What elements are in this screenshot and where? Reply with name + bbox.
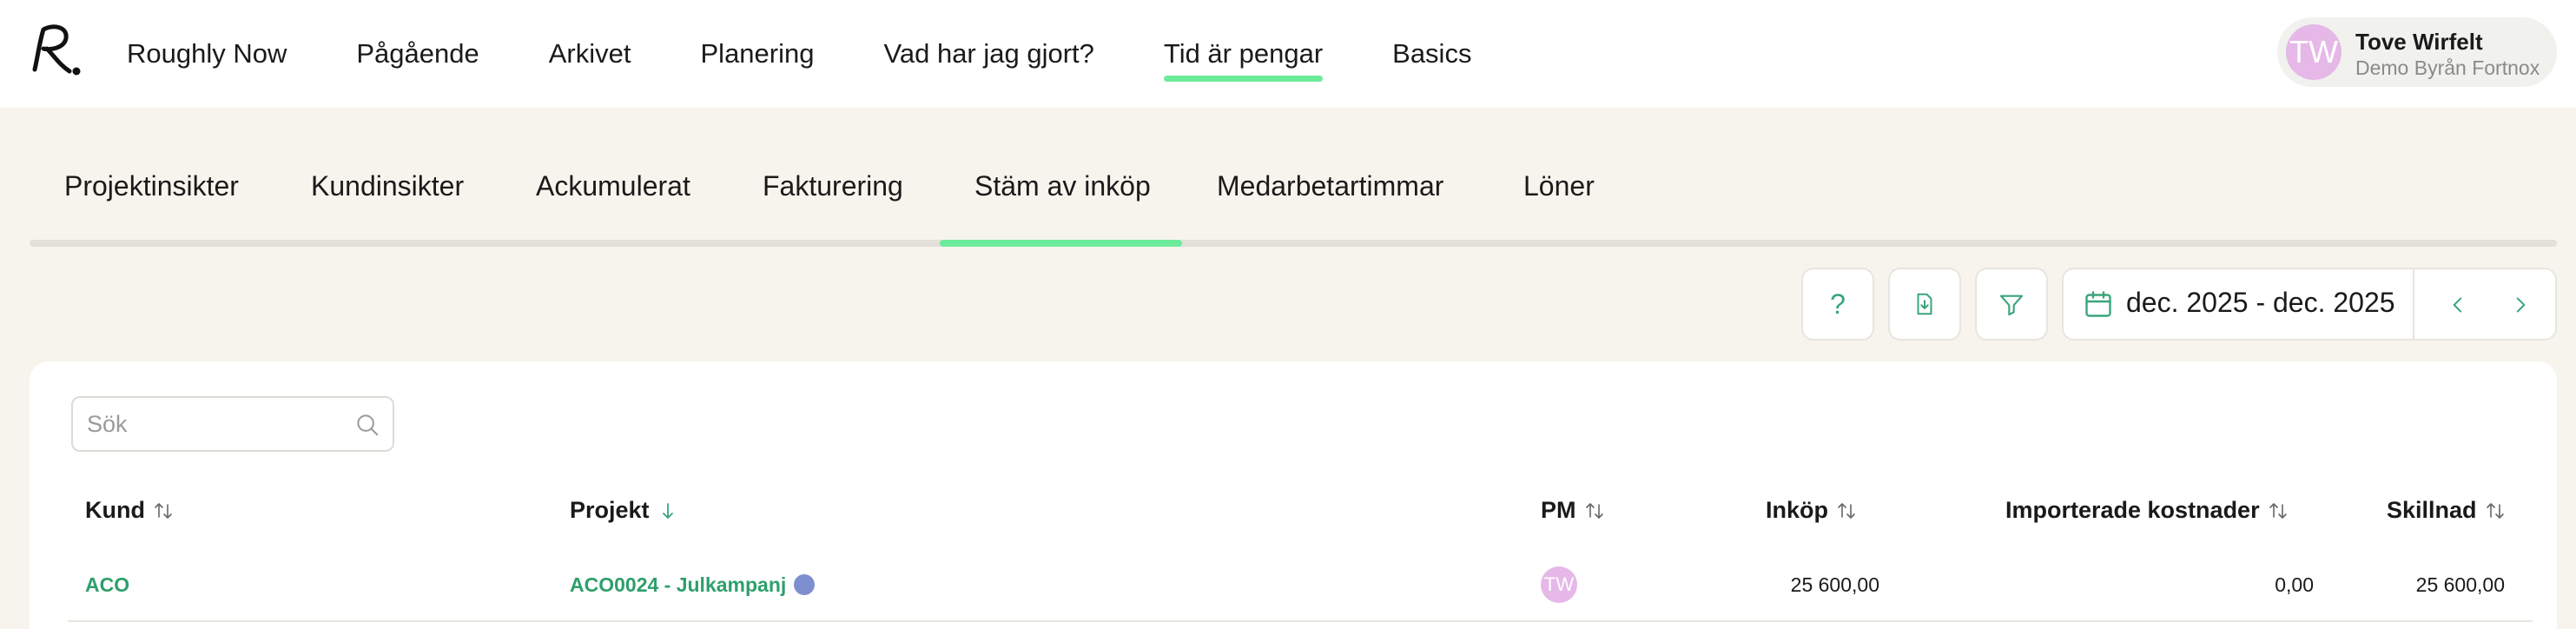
- tab-stam-av-inkop[interactable]: Stäm av inköp: [974, 170, 1151, 202]
- tabs-divider: [30, 240, 2557, 247]
- tab-projektinsikter[interactable]: Projektinsikter: [64, 170, 239, 202]
- pm-avatar: TW: [1541, 566, 1577, 603]
- cell-inkop: 25 600,00: [1790, 573, 1879, 596]
- column-header-inkop[interactable]: Inköp: [1766, 497, 1856, 524]
- cell-skillnad: 25 600,00: [2415, 573, 2505, 596]
- chevron-left-icon: [2453, 297, 2462, 313]
- user-organization: Demo Byrån Fortnox: [2355, 56, 2540, 79]
- help-button[interactable]: ?: [1801, 268, 1874, 341]
- sort-icon: [155, 502, 172, 519]
- search-icon: [357, 414, 379, 436]
- calendar-icon: [2085, 291, 2111, 317]
- nav-item-vad-har-jag-gjort[interactable]: Vad har jag gjort?: [883, 26, 1093, 82]
- column-header-projekt[interactable]: Projekt: [570, 497, 677, 524]
- purchases-card: Sök Kund Projekt PM Inköp Importerade ko…: [30, 361, 2557, 629]
- date-range-label: dec. 2025 - dec. 2025: [2126, 287, 2395, 318]
- sort-icon: [1838, 502, 1855, 519]
- filter-button[interactable]: [1975, 268, 2048, 341]
- project-status-dot: [794, 574, 815, 595]
- top-bar: Roughly Now Pågående Arkivet Planering V…: [0, 0, 2576, 108]
- column-header-label: PM: [1541, 497, 1576, 523]
- logo-mark-icon: [32, 24, 81, 76]
- active-tab-indicator: [940, 240, 1182, 247]
- column-header-pm[interactable]: PM: [1541, 497, 1604, 524]
- next-period-button[interactable]: [2494, 281, 2546, 328]
- export-icon: [1917, 293, 1932, 315]
- nav-item-roughly-now[interactable]: Roughly Now: [127, 26, 287, 82]
- tab-ackumulerat[interactable]: Ackumulerat: [536, 170, 690, 202]
- column-header-kund[interactable]: Kund: [85, 497, 173, 524]
- export-button[interactable]: [1888, 268, 1961, 341]
- previous-period-button[interactable]: [2432, 281, 2484, 328]
- main-nav: Roughly Now Pågående Arkivet Planering V…: [127, 0, 1541, 108]
- cell-kund-link[interactable]: ACO: [85, 573, 129, 597]
- avatar: TW: [2286, 24, 2342, 80]
- column-header-importerade-kostnader[interactable]: Importerade kostnader: [2005, 497, 2288, 524]
- nav-item-arkivet[interactable]: Arkivet: [549, 26, 631, 82]
- filter-icon: [1999, 295, 2024, 316]
- logo[interactable]: [26, 19, 82, 82]
- chevron-right-icon: [2516, 297, 2526, 313]
- column-header-skillnad[interactable]: Skillnad: [2387, 497, 2505, 524]
- cell-projekt-link[interactable]: ACO0024 - Julkampanj: [570, 573, 786, 597]
- column-header-label: Skillnad: [2387, 497, 2477, 523]
- sort-icon: [2486, 502, 2504, 519]
- search-input[interactable]: Sök: [71, 396, 394, 452]
- nav-item-pagaende[interactable]: Pågående: [356, 26, 479, 82]
- help-icon: ?: [1830, 288, 1846, 320]
- nav-item-tid-ar-pengar[interactable]: Tid är pengar: [1163, 26, 1324, 82]
- tab-loner[interactable]: Löner: [1523, 170, 1595, 202]
- nav-item-planering[interactable]: Planering: [701, 26, 815, 82]
- column-header-label: Kund: [85, 497, 145, 523]
- search-placeholder: Sök: [87, 411, 128, 437]
- nav-item-basics[interactable]: Basics: [1392, 26, 1471, 82]
- column-header-label: Projekt: [570, 497, 650, 523]
- tab-kundinsikter[interactable]: Kundinsikter: [311, 170, 464, 202]
- date-range-picker[interactable]: dec. 2025 - dec. 2025: [2062, 268, 2557, 341]
- cell-importerade-kostnader: 0,00: [2275, 573, 2314, 596]
- tab-fakturering[interactable]: Fakturering: [763, 170, 903, 202]
- user-name: Tove Wirfelt: [2355, 29, 2483, 55]
- column-header-label: Inköp: [1766, 497, 1828, 523]
- tab-medarbetartimmar[interactable]: Medarbetartimmar: [1217, 170, 1443, 202]
- column-header-label: Importerade kostnader: [2005, 497, 2260, 523]
- date-range-divider: [2413, 269, 2414, 339]
- sort-icon: [1585, 502, 1603, 519]
- sort-icon: [2269, 502, 2287, 519]
- user-menu[interactable]: TW Tove Wirfelt Demo Byrån Fortnox: [2277, 17, 2557, 87]
- sub-tabs: Projektinsikter Kundinsikter Ackumulerat…: [30, 151, 2557, 248]
- row-divider: [68, 620, 2533, 622]
- sort-descending-icon: [662, 502, 673, 519]
